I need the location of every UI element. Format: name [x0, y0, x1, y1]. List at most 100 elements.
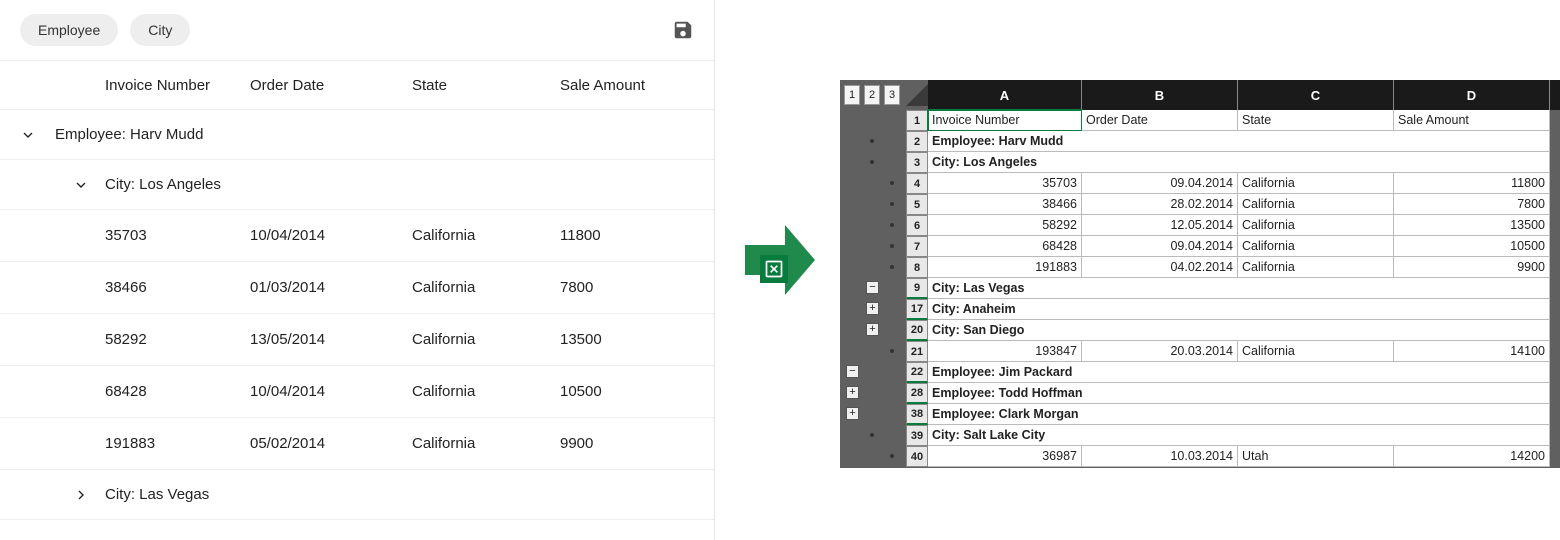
group-chip-bar: Employee City — [0, 0, 714, 60]
row-number[interactable]: 28 — [906, 383, 928, 404]
group-cell[interactable]: Employee: Clark Morgan — [928, 404, 1550, 425]
cell[interactable]: Invoice Number — [928, 110, 1082, 131]
cell[interactable]: 14100 — [1394, 341, 1550, 362]
cell-invoice: 68428 — [105, 383, 250, 400]
table-row[interactable]: 19188305/02/2014California9900 — [0, 418, 714, 470]
cell[interactable]: California — [1238, 194, 1394, 215]
row-number[interactable]: 39 — [906, 425, 928, 446]
row-number[interactable]: 38 — [906, 404, 928, 425]
row-number[interactable]: 6 — [906, 215, 928, 236]
outline-gutter — [840, 110, 906, 131]
cell[interactable]: 13500 — [1394, 215, 1550, 236]
row-number[interactable]: 17 — [906, 299, 928, 320]
cell-date: 05/02/2014 — [250, 435, 412, 452]
cell[interactable]: California — [1238, 341, 1394, 362]
row-number[interactable]: 3 — [906, 152, 928, 173]
cell[interactable]: 20.03.2014 — [1082, 341, 1238, 362]
table-row[interactable]: 3846601/03/2014California7800 — [0, 262, 714, 314]
outline-level-2[interactable]: 2 — [864, 85, 880, 105]
select-all-triangle[interactable] — [906, 84, 928, 106]
table-row[interactable]: 3570310/04/2014California11800 — [0, 210, 714, 262]
group-row-city-vegas[interactable]: City: Las Vegas — [0, 470, 714, 520]
chevron-down-icon[interactable] — [73, 177, 89, 193]
outline-gutter — [840, 341, 906, 362]
cell[interactable]: Order Date — [1082, 110, 1238, 131]
cell-amount: 11800 — [560, 227, 680, 244]
row-number[interactable]: 4 — [906, 173, 928, 194]
group-row-employee[interactable]: Employee: Harv Mudd — [0, 110, 714, 160]
chip-city[interactable]: City — [130, 14, 190, 46]
cell[interactable]: Utah — [1238, 446, 1394, 467]
cell[interactable]: 14200 — [1394, 446, 1550, 467]
header-invoice[interactable]: Invoice Number — [105, 77, 250, 94]
cell[interactable]: 9900 — [1394, 257, 1550, 278]
expand-icon[interactable]: + — [866, 302, 879, 315]
cell[interactable]: California — [1238, 173, 1394, 194]
cell[interactable]: Sale Amount — [1394, 110, 1550, 131]
group-cell[interactable]: Employee: Jim Packard — [928, 362, 1550, 383]
col-head-b[interactable]: B — [1082, 80, 1238, 110]
cell[interactable]: 09.04.2014 — [1082, 236, 1238, 257]
cell[interactable]: 191883 — [928, 257, 1082, 278]
collapse-icon[interactable]: − — [866, 281, 879, 294]
group-cell[interactable]: Employee: Todd Hoffman — [928, 383, 1550, 404]
row-number[interactable]: 20 — [906, 320, 928, 341]
expand-icon[interactable]: + — [846, 386, 859, 399]
chip-employee[interactable]: Employee — [20, 14, 118, 46]
group-cell[interactable]: City: Los Angeles — [928, 152, 1550, 173]
cell[interactable]: 09.04.2014 — [1082, 173, 1238, 194]
col-head-d[interactable]: D — [1394, 80, 1550, 110]
group-cell[interactable]: City: Las Vegas — [928, 278, 1550, 299]
group-cell[interactable]: City: Salt Lake City — [928, 425, 1550, 446]
expand-icon[interactable]: + — [846, 407, 859, 420]
outline-level-3[interactable]: 3 — [884, 85, 900, 105]
row-number[interactable]: 1 — [906, 110, 928, 131]
cell[interactable]: 28.02.2014 — [1082, 194, 1238, 215]
cell[interactable]: 12.05.2014 — [1082, 215, 1238, 236]
row-number[interactable]: 9 — [906, 278, 928, 299]
outline-gutter: + — [840, 299, 906, 320]
cell[interactable]: California — [1238, 215, 1394, 236]
cell[interactable]: California — [1238, 236, 1394, 257]
cell[interactable]: 68428 — [928, 236, 1082, 257]
cell[interactable]: California — [1238, 257, 1394, 278]
expand-icon[interactable]: + — [866, 323, 879, 336]
row-number[interactable]: 22 — [906, 362, 928, 383]
col-head-a[interactable]: A — [928, 80, 1082, 110]
outline-level-1[interactable]: 1 — [844, 85, 860, 105]
cell[interactable]: 36987 — [928, 446, 1082, 467]
chevron-down-icon[interactable] — [20, 127, 36, 143]
row-number[interactable]: 40 — [906, 446, 928, 467]
cell[interactable]: 58292 — [928, 215, 1082, 236]
table-row[interactable]: 6842810/04/2014California10500 — [0, 366, 714, 418]
cell[interactable]: 38466 — [928, 194, 1082, 215]
header-state[interactable]: State — [412, 77, 560, 94]
cell[interactable]: 7800 — [1394, 194, 1550, 215]
header-order-date[interactable]: Order Date — [250, 77, 412, 94]
outline-gutter — [840, 425, 906, 446]
cell[interactable]: 10500 — [1394, 236, 1550, 257]
row-number[interactable]: 7 — [906, 236, 928, 257]
group-cell[interactable]: Employee: Harv Mudd — [928, 131, 1550, 152]
row-number[interactable]: 5 — [906, 194, 928, 215]
chevron-right-icon[interactable] — [73, 487, 89, 503]
outline-gutter — [840, 194, 906, 215]
outline-gutter — [840, 152, 906, 173]
cell[interactable]: 193847 — [928, 341, 1082, 362]
header-sale-amount[interactable]: Sale Amount — [560, 77, 680, 94]
cell[interactable]: 04.02.2014 — [1082, 257, 1238, 278]
cell[interactable]: 35703 — [928, 173, 1082, 194]
group-row-city-la[interactable]: City: Los Angeles — [0, 160, 714, 210]
col-head-c[interactable]: C — [1238, 80, 1394, 110]
row-number[interactable]: 8 — [906, 257, 928, 278]
cell[interactable]: State — [1238, 110, 1394, 131]
cell[interactable]: 10.03.2014 — [1082, 446, 1238, 467]
row-number[interactable]: 2 — [906, 131, 928, 152]
save-icon[interactable] — [672, 19, 694, 41]
group-cell[interactable]: City: San Diego — [928, 320, 1550, 341]
cell[interactable]: 11800 — [1394, 173, 1550, 194]
collapse-icon[interactable]: − — [846, 365, 859, 378]
row-number[interactable]: 21 — [906, 341, 928, 362]
table-row[interactable]: 5829213/05/2014California13500 — [0, 314, 714, 366]
group-cell[interactable]: City: Anaheim — [928, 299, 1550, 320]
